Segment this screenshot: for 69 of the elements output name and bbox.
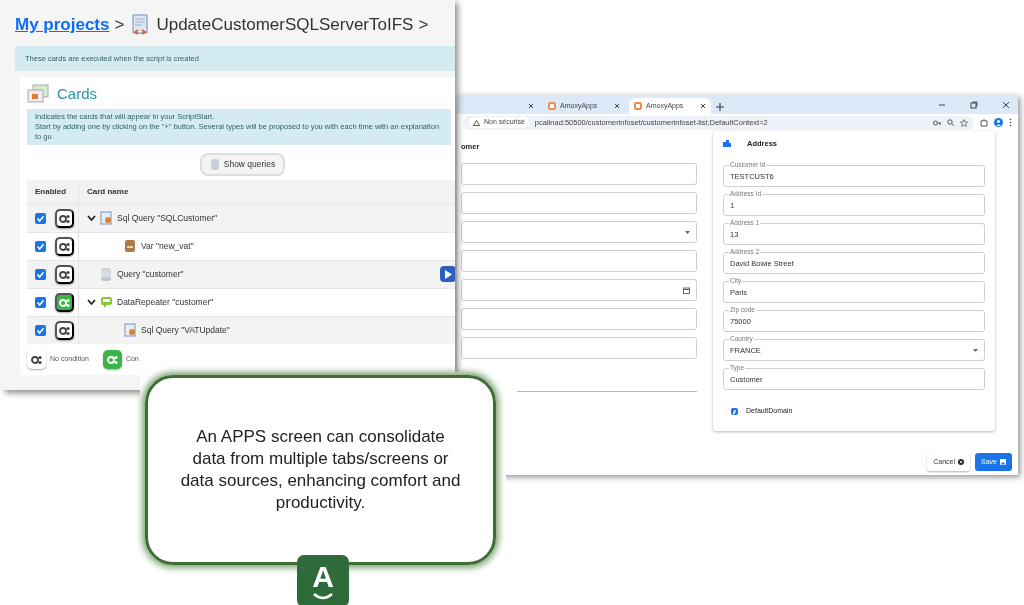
card-name: Sql Query "SQLCustomer" xyxy=(117,211,218,225)
key-icon[interactable] xyxy=(933,119,941,126)
script-title: UpdateCustomerSQLServerToIFS xyxy=(156,14,414,36)
chevron-icon[interactable] xyxy=(87,214,96,222)
save-icon xyxy=(1000,458,1006,465)
database-icon xyxy=(100,267,113,281)
callout-text: An APPS screen can consolidate data from multiple tabs/screens or data sources, enhancing comfort and productivity. xyxy=(179,425,462,515)
condition-button[interactable] xyxy=(55,264,74,284)
card-name: Sql Query "VATUpdate" xyxy=(141,323,230,337)
zoom-icon[interactable] xyxy=(947,119,954,126)
app-icon xyxy=(634,102,642,110)
condition-button[interactable] xyxy=(55,292,74,312)
chevron-icon[interactable] xyxy=(87,298,96,306)
calendar-icon xyxy=(683,286,690,294)
caret-icon xyxy=(685,230,690,234)
card-name: Var "new_vat" xyxy=(141,239,194,253)
close-icon[interactable] xyxy=(700,103,706,109)
checkbox[interactable] xyxy=(35,296,46,308)
checkbox[interactable] xyxy=(35,324,46,336)
app-icon xyxy=(548,102,556,110)
show-queries-button[interactable]: Show queries xyxy=(199,152,286,176)
document-icon xyxy=(124,323,137,337)
checkbox[interactable] xyxy=(731,408,738,415)
close-icon[interactable] xyxy=(1002,100,1010,109)
breadcrumb-separator: > xyxy=(114,14,125,36)
card-name: DataRepeater "customer" xyxy=(117,295,214,309)
breadcrumb-link[interactable]: My projects xyxy=(15,12,110,38)
checkbox[interactable] xyxy=(35,212,46,224)
star-icon[interactable] xyxy=(960,118,968,127)
panel-title: Cards xyxy=(57,83,97,104)
warning-icon xyxy=(473,119,480,126)
restore-icon[interactable] xyxy=(970,100,978,109)
logo: A xyxy=(297,555,349,605)
input-field[interactable] xyxy=(461,250,697,272)
caret-icon xyxy=(973,348,978,352)
repeat-icon xyxy=(100,295,113,309)
gears-icon xyxy=(58,240,71,252)
condition-button[interactable] xyxy=(55,320,74,340)
run-button[interactable] xyxy=(440,266,455,282)
column-header: Card name xyxy=(87,185,129,198)
cancel-icon xyxy=(958,458,965,465)
card-name: Query "customer" xyxy=(117,267,184,281)
gears-icon xyxy=(30,353,43,365)
input-field[interactable] xyxy=(461,337,697,359)
input-field[interactable] xyxy=(461,192,697,214)
input-field[interactable] xyxy=(461,308,697,330)
gears-icon xyxy=(58,296,71,308)
close-icon[interactable] xyxy=(528,103,534,109)
breadcrumb-separator: > xyxy=(418,14,429,36)
building-icon xyxy=(723,140,731,148)
gears-icon xyxy=(58,268,71,280)
input-field[interactable] xyxy=(461,279,697,301)
input-field[interactable] xyxy=(461,221,697,243)
condition-button[interactable] xyxy=(55,236,74,256)
box-icon xyxy=(124,239,137,253)
close-icon[interactable] xyxy=(614,103,620,109)
database-icon xyxy=(209,157,220,171)
gears-icon xyxy=(58,212,71,224)
new-tab-icon[interactable] xyxy=(715,100,725,114)
column-header: Enabled xyxy=(35,185,67,198)
condition-button[interactable] xyxy=(55,208,74,228)
checkbox[interactable] xyxy=(35,268,46,280)
gears-icon xyxy=(58,324,71,336)
input-field[interactable] xyxy=(461,163,697,185)
checkbox[interactable] xyxy=(35,240,46,252)
profile-icon[interactable] xyxy=(994,118,1003,127)
play-icon xyxy=(444,269,452,279)
document-icon xyxy=(100,211,113,225)
cards-icon xyxy=(27,84,49,104)
